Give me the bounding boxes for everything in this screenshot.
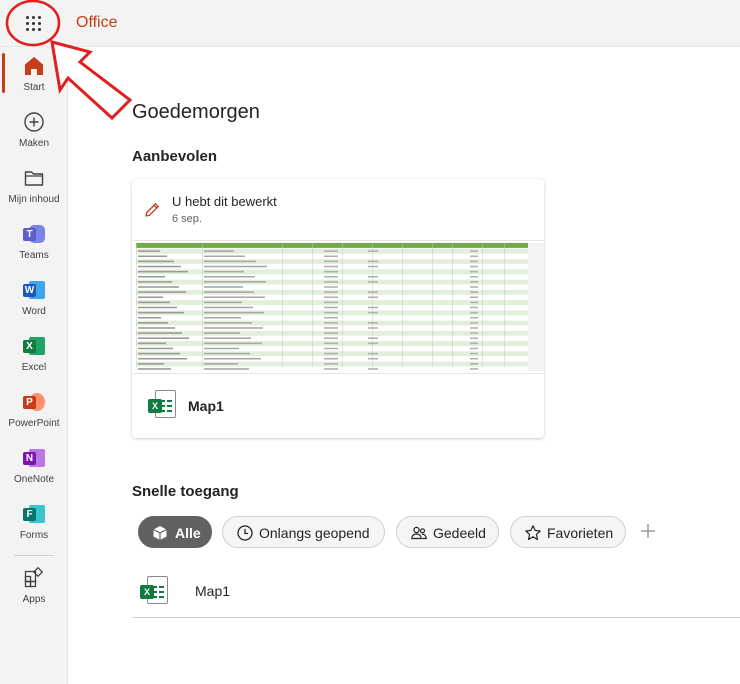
people-icon [411, 526, 427, 540]
rail-item-teams[interactable]: T Teams [0, 215, 68, 271]
rail-item-powerpoint[interactable]: P PowerPoint [0, 383, 68, 439]
filter-label: Favorieten [547, 525, 614, 541]
filter-label: Alle [175, 525, 201, 541]
folder-icon [24, 171, 44, 186]
rail-item-label: Word [22, 306, 46, 317]
recommended-file-card[interactable]: U hebt dit bewerkt 6 sep. X Map1 [132, 179, 544, 438]
rail-item-mijn-inhoud[interactable]: Mijn inhoud [0, 159, 68, 215]
powerpoint-icon: P [23, 391, 45, 413]
greeting-heading: Goedemorgen [132, 101, 260, 123]
rail-item-forms[interactable]: F Forms [0, 495, 68, 551]
add-filter-plus-icon[interactable] [638, 521, 658, 541]
card-activity-date: 6 sep. [172, 213, 202, 225]
office-brand-link[interactable]: Office [76, 14, 118, 32]
rail-item-onenote[interactable]: N OneNote [0, 439, 68, 495]
excel-icon: X [23, 335, 45, 357]
apps-grid-icon [24, 567, 44, 588]
add-circle-icon [24, 112, 44, 132]
rail-item-excel[interactable]: X Excel [0, 327, 68, 383]
rail-item-word[interactable]: W Word [0, 271, 68, 327]
rail-item-label: Teams [19, 250, 49, 261]
filter-shared-button[interactable]: Gedeeld [396, 516, 499, 548]
rail-item-label: Mijn inhoud [8, 194, 60, 205]
filter-label: Onlangs geopend [259, 525, 370, 541]
top-bar: Office [0, 0, 740, 47]
onenote-icon: N [23, 447, 45, 469]
recommended-section-title: Aanbevolen [132, 148, 218, 165]
excel-file-icon: X [148, 390, 176, 420]
cube-icon [153, 526, 167, 540]
rail-item-label: Start [23, 82, 45, 93]
rail-item-label: Maken [18, 138, 49, 149]
teams-icon: T [23, 223, 45, 245]
rail-item-label: Excel [21, 362, 47, 373]
rail-item-start[interactable]: Start [0, 47, 68, 103]
pencil-edit-icon [145, 203, 159, 217]
app-launcher-waffle-icon[interactable] [19, 9, 49, 39]
rail-item-label: Forms [19, 530, 49, 541]
rail-item-label: Apps [22, 594, 46, 605]
rail-item-apps[interactable]: Apps [0, 559, 68, 615]
star-icon [525, 525, 541, 541]
left-navigation-rail: Start Maken Mijn inhoud T Teams W Word X… [0, 47, 68, 684]
file-row-name: Map1 [195, 583, 231, 599]
spreadsheet-thumbnail [132, 240, 544, 374]
word-icon: W [23, 279, 45, 301]
rail-divider [14, 555, 54, 556]
quick-access-file-row[interactable]: X Map1 [132, 570, 740, 618]
home-icon [25, 57, 43, 75]
rail-item-label: OneNote [13, 474, 55, 485]
filter-all-button[interactable]: Alle [138, 516, 212, 548]
filter-recently-opened-button[interactable]: Onlangs geopend [222, 516, 385, 548]
filter-favorites-button[interactable]: Favorieten [510, 516, 626, 548]
forms-icon: F [23, 503, 45, 525]
rail-item-label: PowerPoint [8, 418, 60, 429]
excel-file-icon: X [140, 576, 168, 606]
card-activity-text: U hebt dit bewerkt [172, 194, 277, 209]
clock-icon [237, 525, 253, 541]
rail-item-maken[interactable]: Maken [0, 103, 68, 159]
filter-label: Gedeeld [433, 525, 486, 541]
card-file-name: Map1 [188, 398, 224, 414]
quick-access-section-title: Snelle toegang [132, 483, 239, 500]
